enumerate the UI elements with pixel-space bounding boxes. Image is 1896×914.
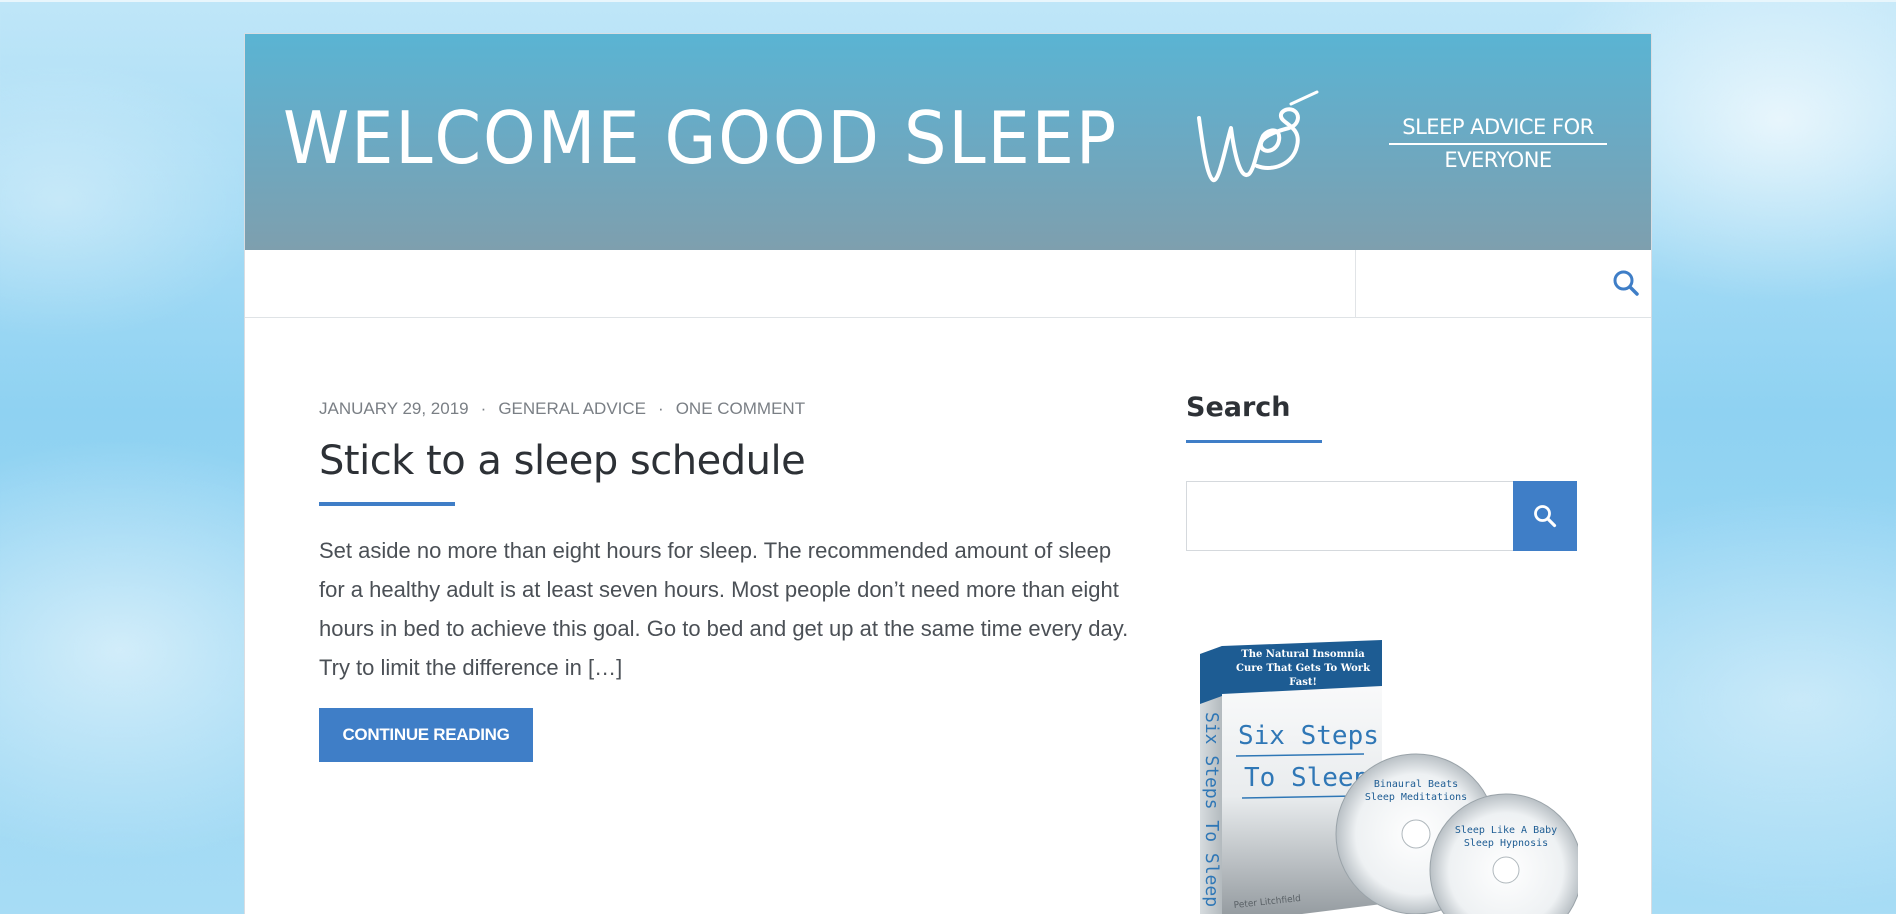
box-banner-text: The Natural Insomnia Cure That Gets To W… <box>1236 649 1370 688</box>
search-icon <box>1534 505 1557 528</box>
main-navigation <box>245 250 1651 318</box>
wgs-logo-icon <box>1197 90 1319 183</box>
post-meta: JANUARY 29, 2019 · GENERAL ADVICE · ONE COMM… <box>319 399 805 419</box>
post-category-link[interactable]: GENERAL ADVICE <box>498 399 646 418</box>
top-edge <box>0 0 1896 2</box>
tagline-line-2: EVERYONE <box>1444 148 1552 172</box>
site-title[interactable]: WELCOME GOOD SLEEP <box>283 96 1118 180</box>
post-excerpt: Set aside no more than eight hours for s… <box>319 538 1129 680</box>
continue-reading-button[interactable]: CONTINUE READING <box>319 708 533 762</box>
six-steps-to-sleep-product-image[interactable]: Six Steps To Sleep The Natural Insomnia … <box>1186 604 1578 914</box>
sidebar-search-button[interactable] <box>1513 481 1577 551</box>
disc-1-hole <box>1401 819 1431 849</box>
box-title-line-1: Six Steps <box>1238 721 1379 751</box>
page-container: WELCOME GOOD SLEEP SLEEP ADVICE FOR EVER… <box>244 33 1652 914</box>
post-title[interactable]: Stick to a sleep schedule <box>319 438 806 484</box>
box-spine-band <box>1200 646 1222 704</box>
disc-1-title: Binaural Beats Sleep Meditations <box>1364 779 1468 803</box>
sidebar-search-input[interactable] <box>1186 481 1514 551</box>
title-underline <box>319 502 455 506</box>
site-tagline: SLEEP ADVICE FOR EVERYONE <box>1389 112 1607 175</box>
search-widget-title: Search <box>1186 392 1291 423</box>
nav-divider <box>1355 250 1356 318</box>
tagline-line-1: SLEEP ADVICE FOR <box>1389 112 1607 145</box>
disc-2-title: Sleep Like A Baby Sleep Hypnosis <box>1454 825 1558 849</box>
box-spine-title: Six Steps To Sleep <box>1201 712 1222 907</box>
post-date-link[interactable]: JANUARY 29, 2019 <box>319 399 469 418</box>
meta-separator: · <box>658 399 664 418</box>
meta-separator: · <box>480 399 487 418</box>
post-comments-link[interactable]: ONE COMMENT <box>676 399 805 418</box>
search-icon[interactable] <box>1611 268 1641 298</box>
site-header-banner[interactable]: WELCOME GOOD SLEEP SLEEP ADVICE FOR EVER… <box>245 34 1651 250</box>
disc-2-hole <box>1492 856 1520 884</box>
widget-title-underline <box>1186 440 1322 443</box>
